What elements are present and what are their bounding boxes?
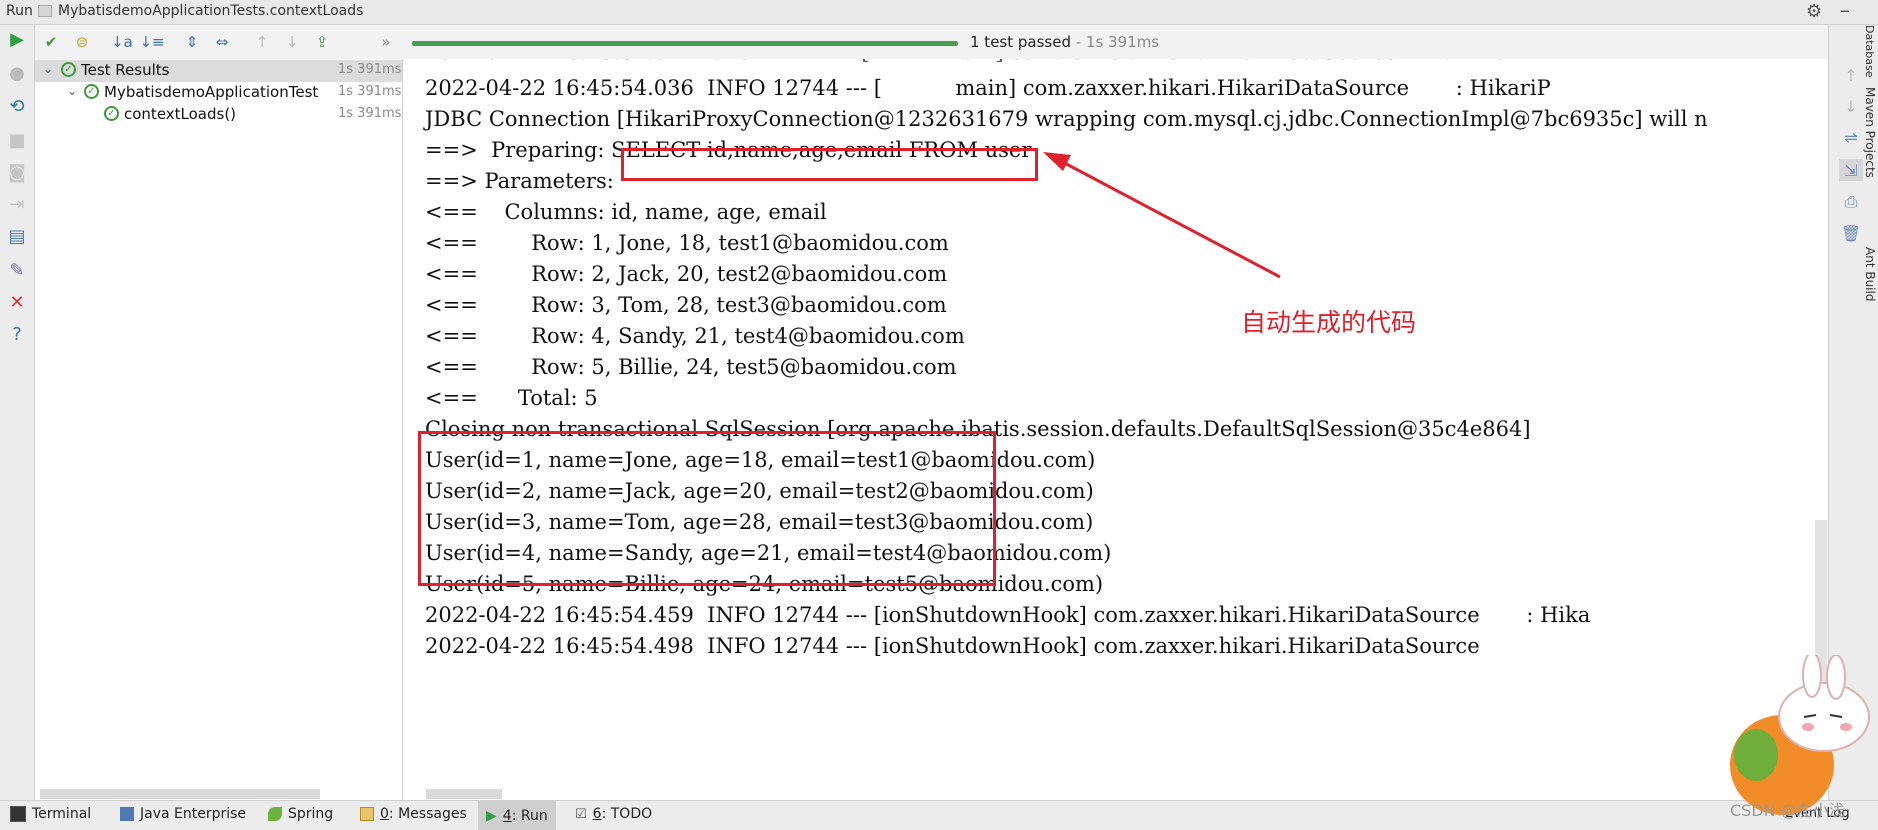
previous-test-icon[interactable]: ↑ bbox=[251, 31, 273, 53]
run-window-label: Run bbox=[6, 3, 33, 19]
print-icon[interactable]: ⎙ bbox=[1839, 191, 1863, 213]
hide-icon[interactable]: – bbox=[1840, 0, 1850, 22]
tree-item-label: contextLoads() bbox=[124, 105, 237, 123]
messages-icon bbox=[360, 807, 374, 821]
java-enterprise-icon bbox=[120, 807, 134, 821]
debug-icon[interactable]: ● bbox=[6, 62, 28, 84]
annotation-label: 自动生成的代码 bbox=[1241, 308, 1417, 337]
tab-todo[interactable]: ☑ 6: TODO bbox=[575, 806, 652, 822]
passed-time: - 1s 391ms bbox=[1070, 33, 1160, 51]
test-status-label: 1 test passed - 1s 391ms bbox=[970, 33, 1159, 51]
database-tool-label[interactable]: Database bbox=[1863, 25, 1876, 78]
scroll-down-icon[interactable]: ↓ bbox=[1839, 95, 1863, 117]
tree-item-label: MybatisdemoApplicationTest bbox=[104, 83, 319, 101]
show-passed-icon[interactable]: ✔ bbox=[40, 31, 62, 53]
chevron-down-icon[interactable]: ⌄ bbox=[67, 84, 77, 98]
tree-item-time: 1s 391ms bbox=[338, 84, 402, 99]
tab-run[interactable]: ▶ 4: Run bbox=[478, 801, 556, 830]
tree-item-time: 1s 391ms bbox=[338, 62, 402, 77]
test-results-tree: ⌄ ✓ Test Results 1s 391ms ⌄ ✓ Mybatisdem… bbox=[35, 59, 403, 800]
annotation-arrow bbox=[1043, 152, 1281, 279]
tab-label: : Messages bbox=[388, 806, 467, 822]
tree-item-test-class[interactable]: ⌄ ✓ MybatisdemoApplicationTest 1s 391ms bbox=[35, 82, 402, 104]
tree-item-test-method[interactable]: ✓ contextLoads() 1s 391ms bbox=[35, 104, 402, 126]
passed-icon: ✓ bbox=[104, 106, 119, 121]
bottom-tool-bar: Terminal Java Enterprise Spring 0: Messa… bbox=[0, 800, 1878, 830]
expand-all-icon[interactable]: ⇕ bbox=[181, 31, 203, 53]
gear-icon[interactable]: ⚙ bbox=[1806, 1, 1822, 22]
tab-messages[interactable]: 0: Messages bbox=[360, 806, 467, 822]
tab-hotkey: 4 bbox=[502, 807, 512, 824]
tab-terminal[interactable]: Terminal bbox=[10, 806, 91, 822]
tab-label: Terminal bbox=[32, 806, 92, 822]
camera-icon[interactable]: ◙ bbox=[6, 161, 28, 183]
tab-label: : Run bbox=[511, 807, 548, 824]
ant-tool-label[interactable]: Ant Build bbox=[1863, 247, 1877, 301]
tree-item-label: Test Results bbox=[81, 61, 170, 79]
test-config-icon bbox=[38, 5, 52, 17]
help-icon[interactable]: ? bbox=[6, 323, 28, 345]
collapse-all-icon[interactable]: ⇔ bbox=[211, 31, 233, 53]
export-icon[interactable]: ⇪ bbox=[311, 31, 333, 53]
test-tree-toolbar: ✔ ⊜ ↓a ↓≡ ⇕ ⇔ ↑ ↓ ⇪ » bbox=[35, 25, 402, 60]
tab-java-enterprise[interactable]: Java Enterprise bbox=[120, 806, 246, 822]
sort-duration-icon[interactable]: ↓≡ bbox=[139, 31, 164, 53]
show-ignored-icon[interactable]: ⊜ bbox=[71, 31, 93, 53]
tab-hotkey: 0 bbox=[380, 806, 389, 822]
scroll-to-end-icon[interactable]: ⇲ bbox=[1839, 159, 1863, 181]
tab-hotkey: 6 bbox=[592, 806, 602, 822]
passed-icon: ✓ bbox=[61, 62, 76, 77]
tab-label: Spring bbox=[288, 806, 334, 822]
soft-wrap-icon[interactable]: ⇌ bbox=[1839, 126, 1863, 148]
todo-icon: ☑ bbox=[575, 806, 587, 822]
scroll-up-icon[interactable]: ↑ bbox=[1839, 64, 1863, 86]
chevron-down-icon[interactable]: ⌄ bbox=[43, 62, 53, 76]
run-tab-label[interactable]: MybatisdemoApplicationTests.contextLoads bbox=[58, 3, 363, 19]
maven-tool-label[interactable]: Maven Projects bbox=[1863, 87, 1877, 178]
tree-item-test-results[interactable]: ⌄ ✓ Test Results 1s 391ms bbox=[35, 60, 402, 82]
run-actions-strip: ▶ ● ⟲ ■ ◙ ⇥ ▤ ✎ ✕ ? bbox=[0, 25, 35, 800]
terminal-icon bbox=[10, 806, 26, 822]
title-bar: Run MybatisdemoApplicationTests.contextL… bbox=[0, 0, 1878, 25]
rerun-icon[interactable]: ▶ bbox=[6, 28, 28, 50]
more-icon[interactable]: » bbox=[375, 31, 397, 53]
passed-text: 1 test passed bbox=[970, 33, 1071, 51]
console-horizontal-scrollbar[interactable] bbox=[426, 789, 502, 799]
rerun-failed-icon[interactable]: ⟲ bbox=[6, 95, 28, 117]
tab-label: Java Enterprise bbox=[140, 806, 247, 822]
sort-alpha-icon[interactable]: ↓a bbox=[111, 31, 133, 53]
stop-icon[interactable]: ■ bbox=[6, 129, 28, 151]
tab-label: : TODO bbox=[601, 806, 653, 822]
console-output[interactable]: 2022-04-22 16:45:54.0-- INFO 12744 --- [… bbox=[403, 59, 1828, 800]
watermark: CSDN @左小浅 bbox=[1730, 801, 1845, 820]
exit-icon[interactable]: ⇥ bbox=[6, 193, 28, 215]
next-test-icon[interactable]: ↓ bbox=[281, 31, 303, 53]
tree-item-time: 1s 391ms bbox=[338, 106, 402, 121]
spring-leaf-icon bbox=[268, 807, 282, 821]
clear-all-icon[interactable]: 🗑 bbox=[1839, 222, 1863, 244]
close-icon[interactable]: ✕ bbox=[6, 291, 28, 313]
test-progress-area: 1 test passed - 1s 391ms bbox=[402, 25, 1838, 59]
passed-icon: ✓ bbox=[84, 84, 99, 99]
pin-icon[interactable]: ✎ bbox=[6, 259, 28, 281]
run-icon: ▶ bbox=[486, 807, 497, 824]
layout-icon[interactable]: ▤ bbox=[6, 225, 28, 247]
tab-spring[interactable]: Spring bbox=[268, 806, 333, 822]
tree-horizontal-scrollbar[interactable] bbox=[40, 789, 320, 799]
test-progress-bar bbox=[412, 41, 958, 46]
